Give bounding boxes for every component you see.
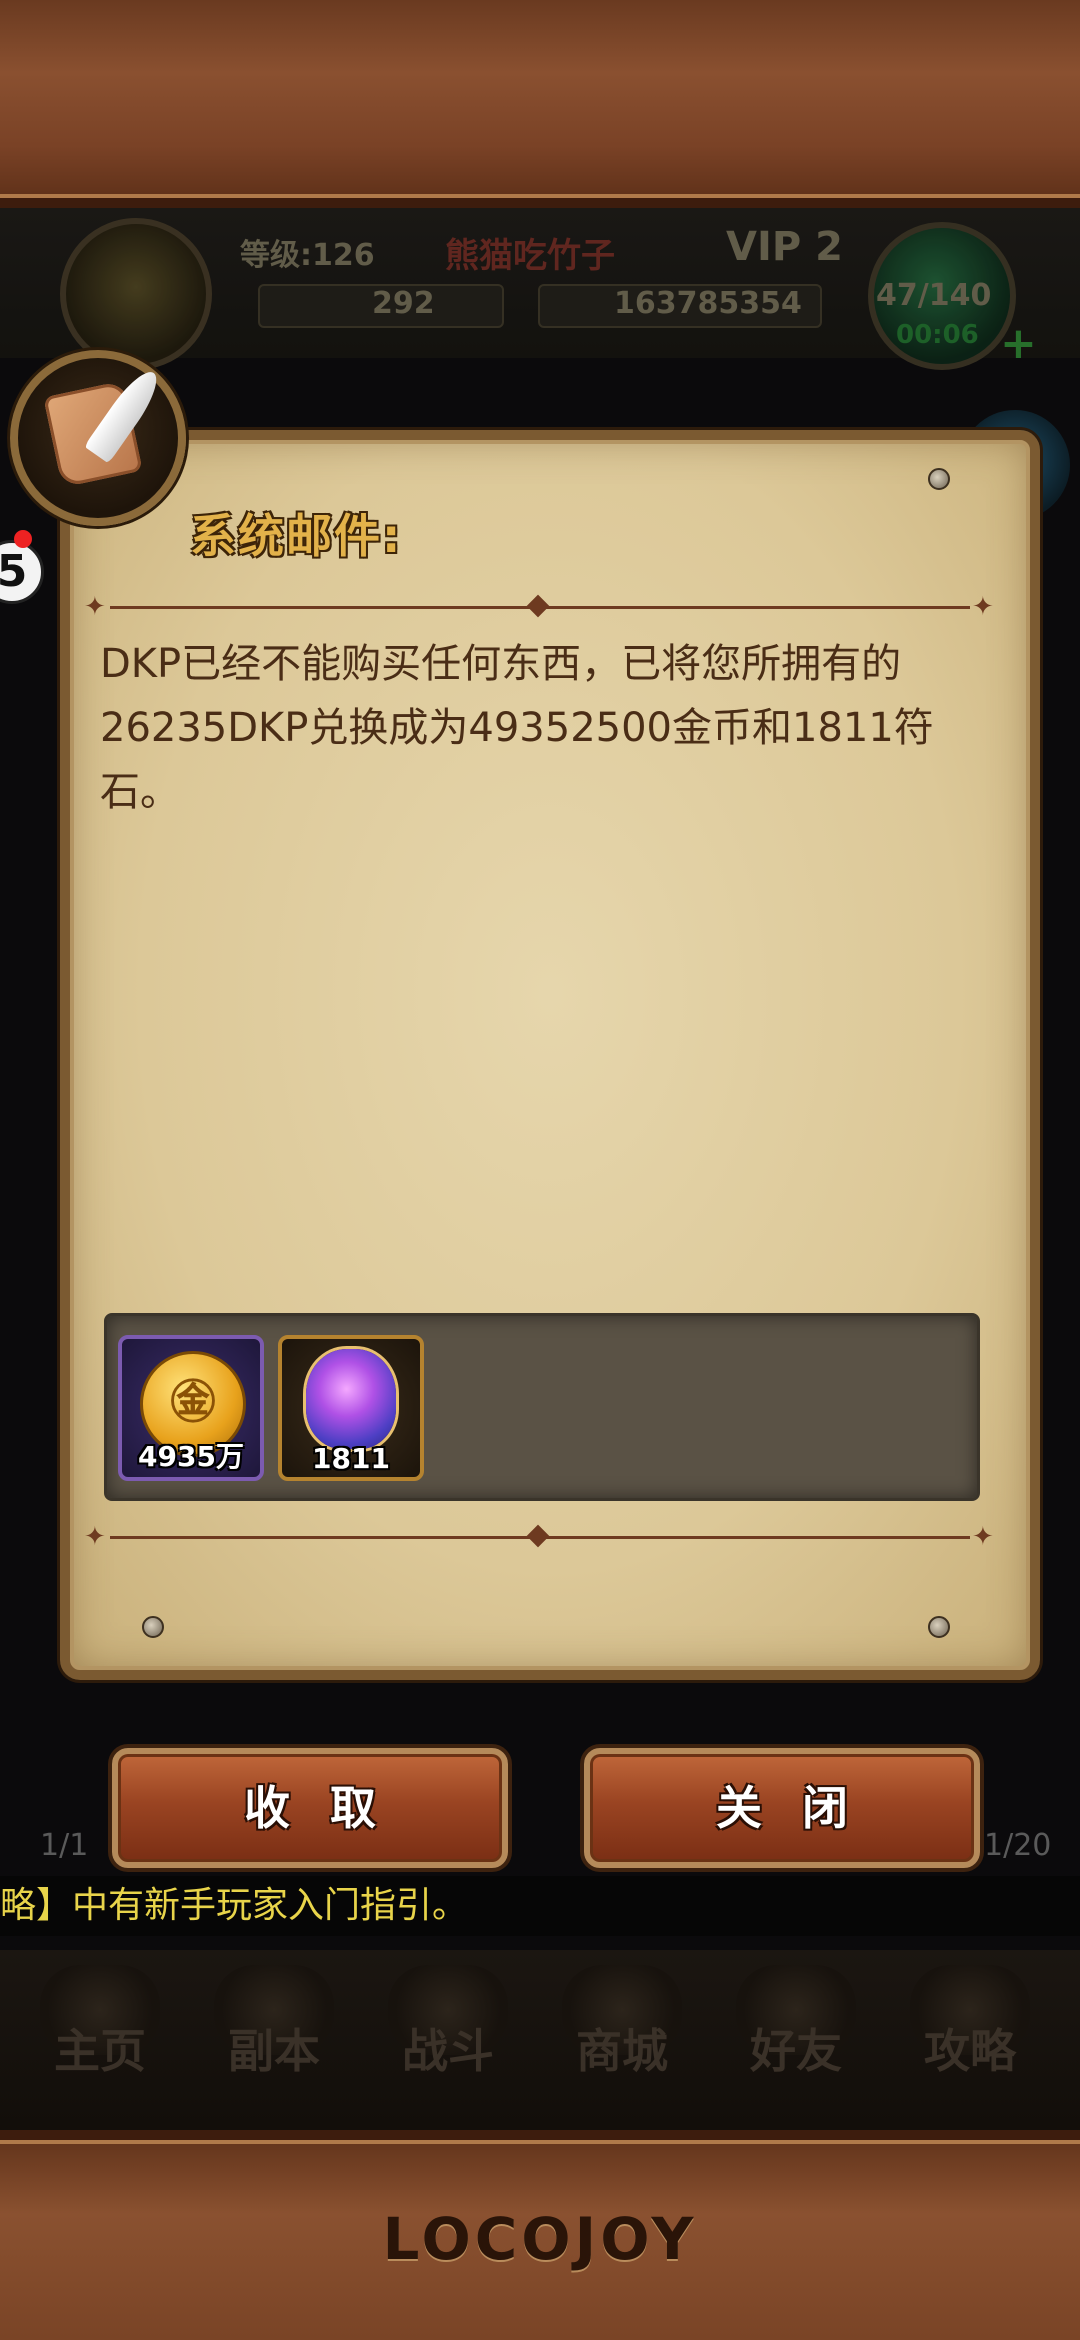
red-dot-icon — [14, 530, 32, 548]
attachment-rune-stone[interactable]: 1811 — [278, 1335, 424, 1481]
nav-friends[interactable]: 好友 — [716, 2015, 876, 2081]
top-wood-frame — [0, 0, 1080, 208]
rivet-icon — [928, 468, 950, 490]
nav-dungeon[interactable]: 副本 — [194, 2015, 354, 2081]
news-ticker: 略】中有新手玩家入门指引。 — [0, 1876, 1080, 1936]
nav-battle[interactable]: 战斗 — [368, 2015, 528, 2081]
mail-message: DKP已经不能购买任何东西，已将您所拥有的26235DKP兑换成为4935250… — [100, 641, 934, 815]
player-hud: 等级:126 熊猫吃竹子 VIP 2 292 163785354 47/140 … — [0, 208, 1080, 370]
rune-stone-icon — [306, 1349, 396, 1449]
player-name: 熊猫吃竹子 — [445, 236, 615, 276]
close-button[interactable]: 关闭 — [584, 1748, 980, 1868]
gems-count: 292 — [372, 286, 435, 321]
gold-count: 163785354 — [614, 286, 802, 321]
divider-end-icon: ✦ — [972, 1522, 994, 1552]
pager-left: 1/1 — [40, 1828, 89, 1863]
divider-end-icon: ✦ — [972, 592, 994, 622]
player-avatar — [60, 218, 212, 370]
vip-level: VIP 2 — [726, 224, 843, 270]
player-level: 等级:126 — [240, 238, 375, 273]
nav-guide[interactable]: 攻略 — [890, 2015, 1050, 2081]
collect-button[interactable]: 收取 — [112, 1748, 508, 1868]
notification-badge[interactable]: 5 — [0, 540, 44, 604]
add-energy-icon[interactable]: + — [1000, 318, 1037, 369]
divider-bottom: ✦ ✦ — [84, 1524, 994, 1550]
dialog-title: 系统邮件: — [190, 509, 403, 563]
rivet-icon — [142, 1616, 164, 1638]
attachment-count: 1811 — [312, 1442, 390, 1475]
energy-timer: 00:06 — [896, 320, 979, 350]
attachment-count: 4935万 — [138, 1440, 244, 1473]
scroll-quill-icon — [10, 350, 186, 526]
divider-top: ✦ ✦ — [84, 594, 994, 620]
pager-right: 1/20 — [984, 1828, 1052, 1863]
locojoy-logo: LOCOJOY — [382, 2205, 698, 2273]
rivet-icon — [928, 1616, 950, 1638]
attachment-gold[interactable]: ㊎ 4935万 — [118, 1335, 264, 1481]
nav-shop[interactable]: 商城 — [542, 2015, 702, 2081]
divider-end-icon: ✦ — [84, 592, 106, 622]
nav-home[interactable]: 主页 — [20, 2015, 180, 2081]
energy-count: 47/140 — [876, 278, 992, 313]
divider-end-icon: ✦ — [84, 1522, 106, 1552]
